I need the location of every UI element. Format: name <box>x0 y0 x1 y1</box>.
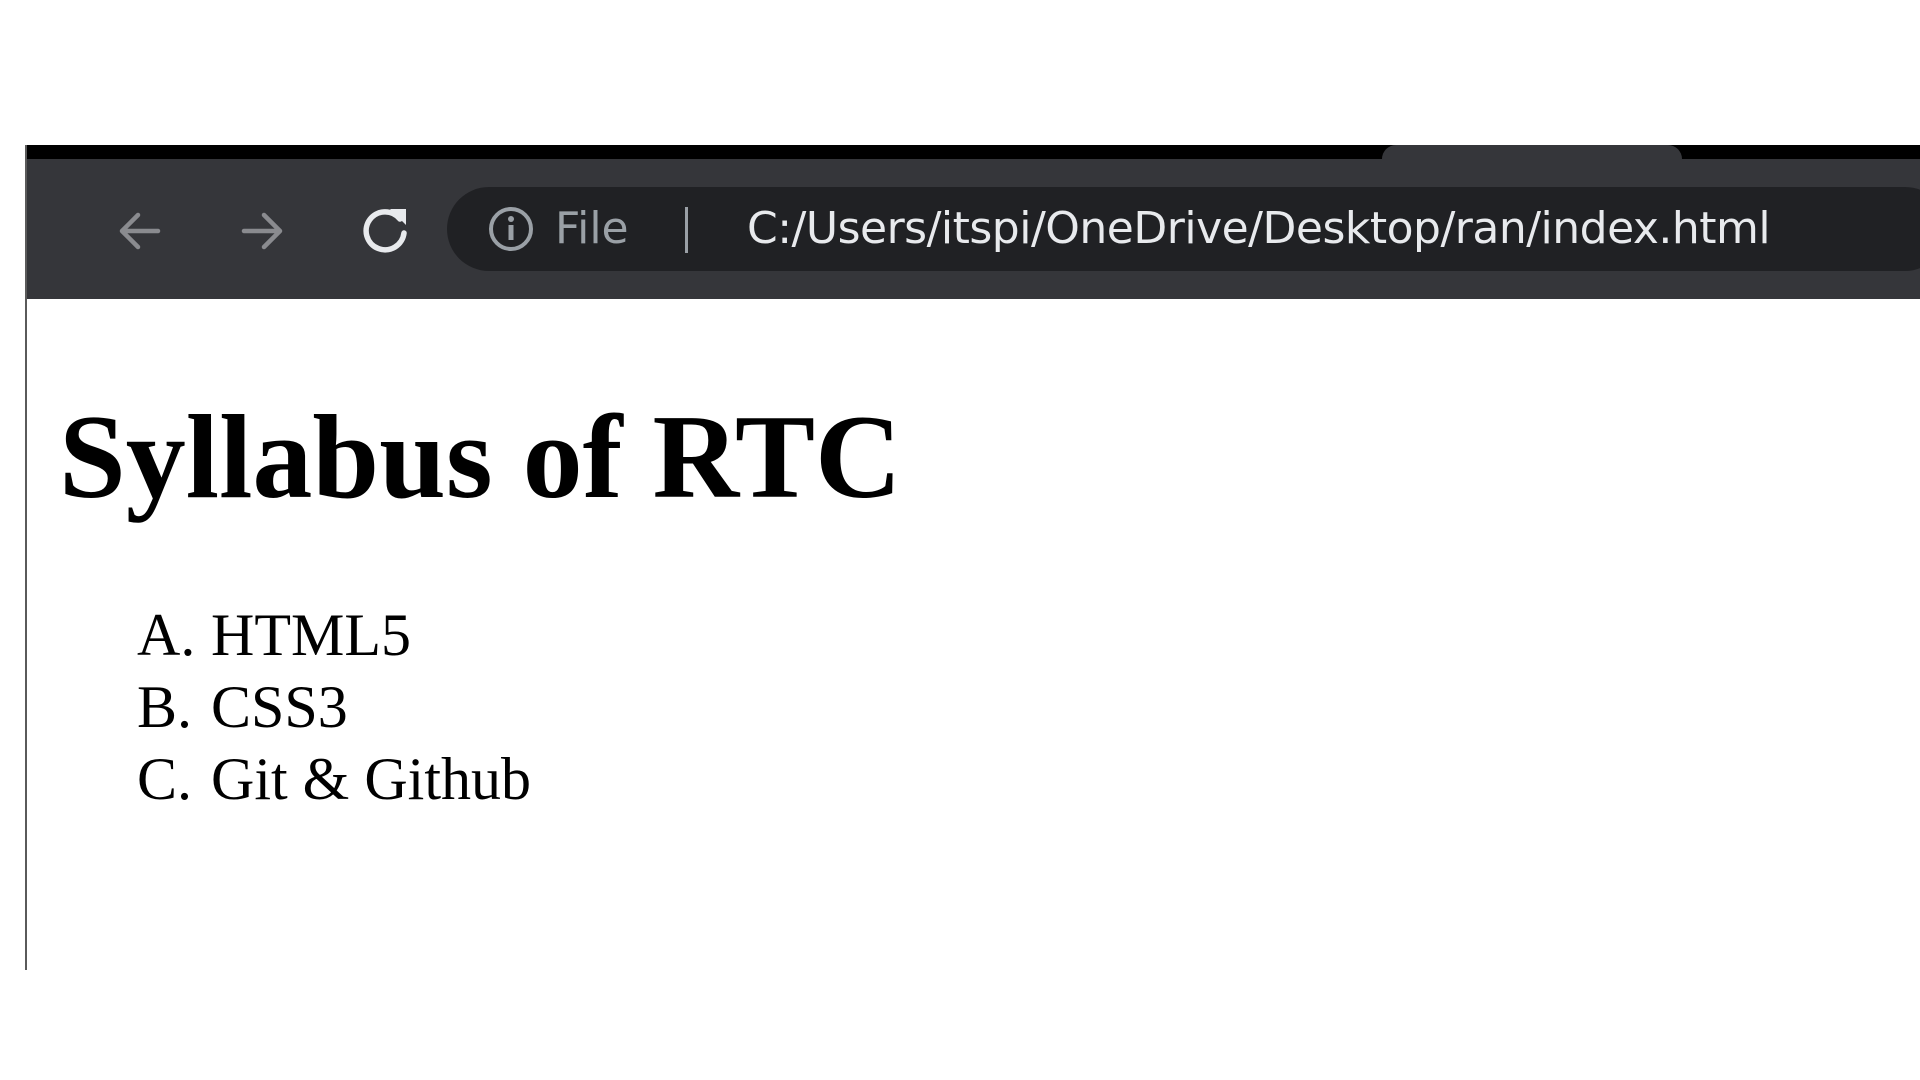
list-marker: C. <box>137 746 193 812</box>
url-text[interactable]: C:/Users/itspi/OneDrive/Desktop/ran/inde… <box>747 199 1771 259</box>
list-item-text: Git & Github <box>211 746 532 812</box>
page-content: Syllabus of RTC A. HTML5 B. CSS3 C. Git & G… <box>27 299 1920 970</box>
list-item: A. HTML5 <box>137 599 531 671</box>
syllabus-list: A. HTML5 B. CSS3 C. Git & Github <box>137 599 531 815</box>
active-tab[interactable] <box>1382 145 1682 159</box>
list-item-text: HTML5 <box>211 602 411 668</box>
list-marker: A. <box>137 602 196 668</box>
list-item-text: CSS3 <box>211 674 348 740</box>
reload-icon <box>363 209 407 253</box>
tab-strip <box>27 145 1920 159</box>
address-divider <box>685 207 688 253</box>
forward-button[interactable] <box>224 193 300 269</box>
arrow-left-icon <box>119 212 161 250</box>
scheme-label[interactable]: File <box>555 199 629 259</box>
arrow-right-icon <box>241 212 283 250</box>
back-button[interactable] <box>102 193 178 269</box>
list-item: C. Git & Github <box>137 743 531 815</box>
list-marker: B. <box>137 674 193 740</box>
info-icon[interactable] <box>487 205 535 253</box>
browser-window: File C:/Users/itspi/OneDrive/Desktop/ran… <box>25 145 1920 970</box>
address-bar[interactable]: File C:/Users/itspi/OneDrive/Desktop/ran… <box>447 187 1920 271</box>
page-title: Syllabus of RTC <box>59 390 902 523</box>
reload-button[interactable] <box>347 193 423 269</box>
browser-toolbar: File C:/Users/itspi/OneDrive/Desktop/ran… <box>27 159 1920 299</box>
list-item: B. CSS3 <box>137 671 531 743</box>
